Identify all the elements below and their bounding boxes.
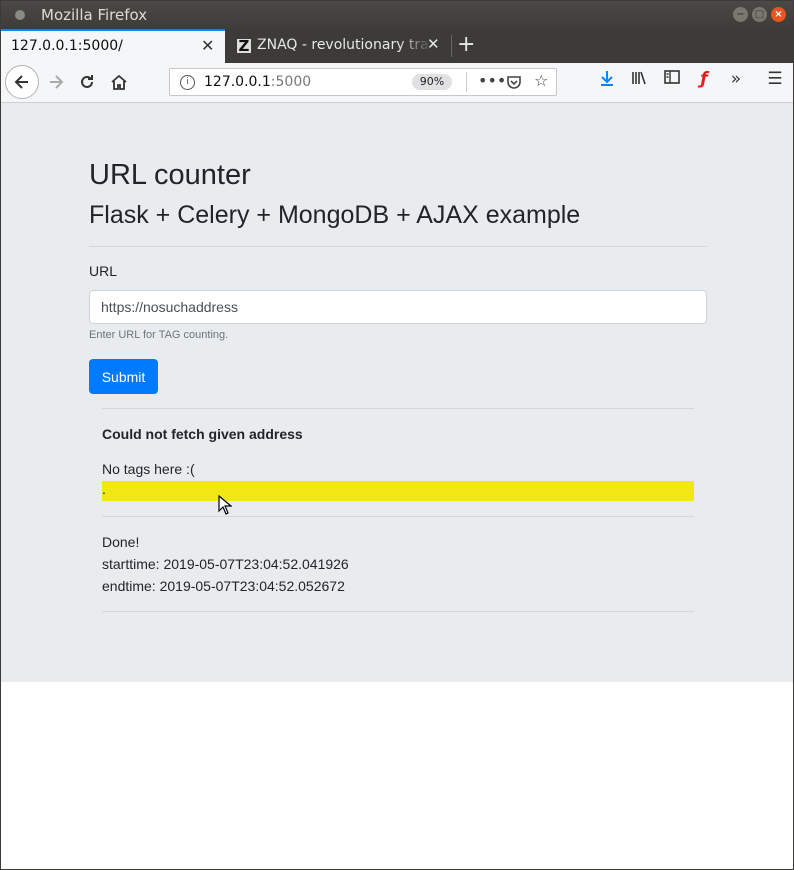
tab-strip: 127.0.0.1:5000/ ✕ Z ZNAQ - revolutionary… bbox=[1, 29, 793, 63]
page-subtitle: Flask + Celery + MongoDB + AJAX example bbox=[89, 201, 581, 229]
title-bar: Mozilla Firefox − □ × bbox=[1, 1, 793, 29]
url-text[interactable]: 127.0.0.1:5000 bbox=[204, 74, 311, 90]
tab-active[interactable]: 127.0.0.1:5000/ ✕ bbox=[1, 29, 225, 63]
close-window-button[interactable]: × bbox=[771, 7, 786, 22]
tags-text: No tags here :( bbox=[102, 461, 195, 477]
submit-button[interactable]: Submit bbox=[89, 359, 158, 394]
error-title: Could not fetch given address bbox=[102, 426, 303, 442]
tab-label: 127.0.0.1:5000/ bbox=[11, 38, 123, 54]
tab-separator bbox=[451, 35, 452, 57]
zoom-indicator[interactable]: 90% bbox=[412, 74, 452, 90]
overflow-icon[interactable]: » bbox=[724, 69, 748, 89]
mouse-cursor-icon bbox=[218, 495, 232, 515]
sidebar-icon[interactable] bbox=[660, 69, 684, 90]
navigation-toolbar: i 127.0.0.1:5000 90% ••• ☆ ƒ » ☰ bbox=[1, 63, 793, 103]
page-actions-icon[interactable]: ••• bbox=[478, 71, 506, 90]
status-text: Done! bbox=[102, 534, 140, 550]
url-input[interactable] bbox=[89, 290, 707, 324]
window-title: Mozilla Firefox bbox=[41, 6, 148, 24]
back-button[interactable] bbox=[5, 65, 39, 99]
library-icon[interactable] bbox=[627, 69, 651, 92]
page-content: URL counter Flask + Celery + MongoDB + A… bbox=[1, 103, 793, 682]
new-tab-icon[interactable]: + bbox=[457, 32, 475, 57]
home-icon bbox=[111, 74, 127, 90]
close-tab-icon[interactable]: ✕ bbox=[201, 36, 214, 55]
url-label: URL bbox=[89, 263, 118, 279]
browser-window: Mozilla Firefox − □ × 127.0.0.1:5000/ ✕ … bbox=[0, 0, 794, 870]
forward-icon bbox=[50, 75, 64, 89]
url-bar[interactable]: i 127.0.0.1:5000 90% ••• ☆ bbox=[169, 68, 557, 96]
tab-znaq[interactable]: Z ZNAQ - revolutionary tra ✕ bbox=[229, 29, 447, 63]
divider bbox=[89, 246, 707, 247]
back-icon bbox=[14, 75, 28, 89]
tab-label: ZNAQ - revolutionary tra bbox=[257, 37, 429, 53]
close-tab-icon[interactable]: ✕ bbox=[427, 35, 440, 53]
znaq-favicon-icon: Z bbox=[237, 37, 251, 55]
reload-icon bbox=[81, 75, 93, 88]
starttime-text: starttime: 2019-05-07T23:04:52.041926 bbox=[102, 556, 349, 572]
divider bbox=[102, 408, 694, 409]
highlighted-row: . bbox=[102, 481, 694, 501]
pocket-icon[interactable] bbox=[506, 71, 522, 94]
divider bbox=[102, 611, 694, 612]
urlbar-divider bbox=[466, 72, 467, 92]
url-port: :5000 bbox=[270, 74, 312, 90]
download-icon[interactable] bbox=[595, 69, 619, 92]
endtime-text: endtime: 2019-05-07T23:04:52.052672 bbox=[102, 578, 345, 594]
page-title: URL counter bbox=[89, 159, 251, 191]
home-button[interactable] bbox=[104, 67, 134, 97]
firefox-app-icon bbox=[15, 10, 25, 20]
forward-button[interactable] bbox=[41, 67, 71, 97]
divider bbox=[102, 516, 694, 517]
maximize-button[interactable]: □ bbox=[752, 7, 767, 22]
flash-icon[interactable]: ƒ bbox=[692, 69, 716, 89]
reload-button[interactable] bbox=[72, 67, 102, 97]
url-host: 127.0.0.1 bbox=[204, 74, 271, 90]
minimize-button[interactable]: − bbox=[733, 7, 748, 22]
url-help-text: Enter URL for TAG counting. bbox=[89, 329, 229, 341]
menu-icon[interactable]: ☰ bbox=[763, 69, 787, 89]
info-icon[interactable]: i bbox=[180, 75, 195, 90]
bookmark-star-icon[interactable]: ☆ bbox=[534, 71, 548, 90]
